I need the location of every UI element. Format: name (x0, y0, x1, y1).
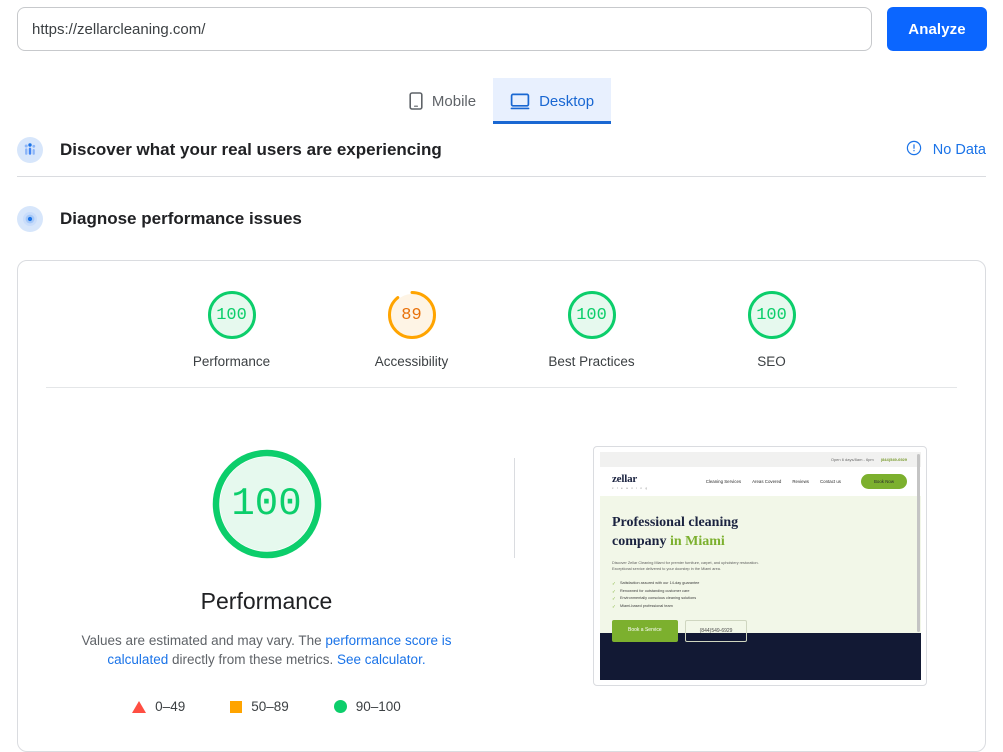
triangle-icon (132, 700, 147, 713)
section-divider (17, 176, 986, 177)
gauge-ring-best-practices: 100 (565, 288, 619, 342)
no-data-label[interactable]: No Data (933, 142, 986, 158)
gauge-label-accessibility: Accessibility (374, 354, 449, 369)
site-hero-heading-line1: Professional cleaning (612, 515, 739, 530)
field-data-status: No Data (906, 140, 986, 161)
gauge-value-best-practices: 100 (576, 305, 607, 325)
score-gauge-accessibility[interactable]: 89 Accessibility (353, 288, 471, 369)
category-score-row: 100 Performance 89 Accessibility 100 Bes… (18, 261, 985, 387)
form-factor-tabs: Mobile Desktop (0, 78, 1003, 124)
tab-mobile-label: Mobile (431, 92, 477, 110)
site-hero-bullet-2: Environmentally conscious cleaning solut… (612, 595, 921, 603)
tab-desktop[interactable]: Desktop (493, 78, 612, 124)
gauge-label-seo: SEO (757, 354, 786, 369)
gauge-label-best-practices: Best Practices (548, 354, 635, 369)
performance-left-column: 100 Performance Values are estimated and… (18, 446, 515, 751)
perf-desc-text-1: Values are estimated and may vary. The (81, 633, 326, 648)
site-nav: zellar c l e a n i n g Cleaning Services… (600, 467, 921, 496)
gauge-ring-accessibility: 89 (385, 288, 439, 342)
site-hero-paragraph: Discover Zellar Cleaning Miami for premi… (612, 561, 759, 571)
real-users-chart-icon (17, 137, 43, 163)
site-hero-heading-accent: in Miami (669, 534, 725, 549)
site-logo-subtext: c l e a n i n g (612, 486, 649, 490)
site-book-now-button: Book Now (860, 474, 907, 489)
desktop-icon (510, 93, 530, 110)
field-data-section-header: Discover what your real users are experi… (0, 124, 1003, 176)
diagnose-target-icon (17, 206, 43, 232)
site-topbar: Open 6 days/8am - 6pm (844)549-6929 (600, 452, 921, 467)
mobile-icon (409, 92, 423, 110)
square-icon (230, 700, 243, 713)
legend-label-good: 90–100 (355, 699, 401, 714)
gauge-label-performance: Performance (192, 354, 271, 369)
site-hero-bullet-0: Satisfaction assured with our 14-day gua… (612, 580, 921, 588)
legend-item-good: 90–100 (333, 699, 401, 714)
perf-desc-text-2: directly from these metrics. (168, 652, 338, 667)
site-hero-heading: Professional cleaning company in Miami (612, 513, 921, 551)
score-gauge-seo[interactable]: 100 SEO (713, 288, 831, 369)
lab-data-section-header: Diagnose performance issues (0, 193, 1003, 245)
site-topbar-phone: (844)549-6929 (880, 457, 907, 462)
site-hero-heading-line2: company (612, 534, 667, 549)
analyze-button[interactable]: Analyze (887, 7, 987, 51)
lab-data-title: Diagnose performance issues (60, 209, 302, 228)
tab-desktop-label: Desktop (539, 92, 595, 110)
gauge-ring-seo: 100 (745, 288, 799, 342)
performance-heading: Performance (200, 588, 333, 614)
site-nav-item-3: Contact us (819, 479, 841, 484)
page-screenshot-inner: Open 6 days/8am - 6pm (844)549-6929 zell… (600, 452, 921, 680)
big-performance-score: 100 (231, 482, 302, 526)
url-input[interactable] (17, 7, 872, 51)
gauge-ring-performance: 100 (205, 288, 259, 342)
page-screenshot-thumbnail[interactable]: Open 6 days/8am - 6pm (844)549-6929 zell… (593, 446, 927, 686)
legend-item-poor: 0–49 (132, 699, 185, 714)
site-hero: Professional cleaning company in Miami D… (600, 496, 921, 642)
performance-right-column: Open 6 days/8am - 6pm (844)549-6929 zell… (515, 446, 985, 751)
performance-summary-area: 100 Performance Values are estimated and… (18, 388, 985, 751)
site-phone-button: (844)549-6929 (684, 620, 748, 642)
score-legend: 0–49 50–89 90–100 (132, 699, 401, 714)
field-data-title: Discover what your real users are experi… (60, 140, 442, 159)
legend-label-poor: 0–49 (155, 699, 186, 714)
gauge-value-performance: 100 (216, 305, 247, 325)
big-performance-gauge: 100 (209, 446, 325, 562)
site-hero-bullet-1: Renowned for outstanding customer care (612, 588, 921, 596)
site-nav-links: Cleaning Services Areas Covered Reviews … (706, 474, 907, 489)
site-logo: zellar c l e a n i n g (612, 473, 649, 490)
gauge-value-seo: 100 (756, 305, 787, 325)
site-nav-item-1: Areas Covered (752, 479, 782, 484)
gauge-value-accessibility: 89 (401, 305, 422, 325)
site-scrollbar (917, 454, 920, 632)
circle-icon (333, 700, 347, 713)
vertical-divider (514, 458, 515, 558)
url-bar-row: Analyze (0, 0, 1003, 51)
site-book-service-button: Book a Service (612, 620, 678, 642)
site-hours: Open 6 days/8am - 6pm (830, 457, 874, 462)
see-calculator-link[interactable]: See calculator. (337, 652, 426, 667)
site-logo-text: zellar (612, 473, 638, 485)
tab-mobile[interactable]: Mobile (392, 78, 493, 124)
score-gauge-performance[interactable]: 100 Performance (173, 288, 291, 369)
site-hero-bullets: Satisfaction assured with our 14-day gua… (612, 580, 921, 610)
performance-description: Values are estimated and may vary. The p… (67, 631, 467, 669)
site-nav-item-2: Reviews (792, 479, 809, 484)
site-hero-bullet-3: Miami-based professional team (612, 603, 921, 611)
site-nav-item-0: Cleaning Services (705, 479, 742, 484)
lighthouse-results-card: 100 Performance 89 Accessibility 100 Bes… (17, 260, 986, 752)
legend-item-average: 50–89 (230, 699, 289, 714)
error-circle-icon (906, 140, 922, 161)
score-gauge-best-practices[interactable]: 100 Best Practices (533, 288, 651, 369)
legend-label-average: 50–89 (251, 699, 289, 714)
